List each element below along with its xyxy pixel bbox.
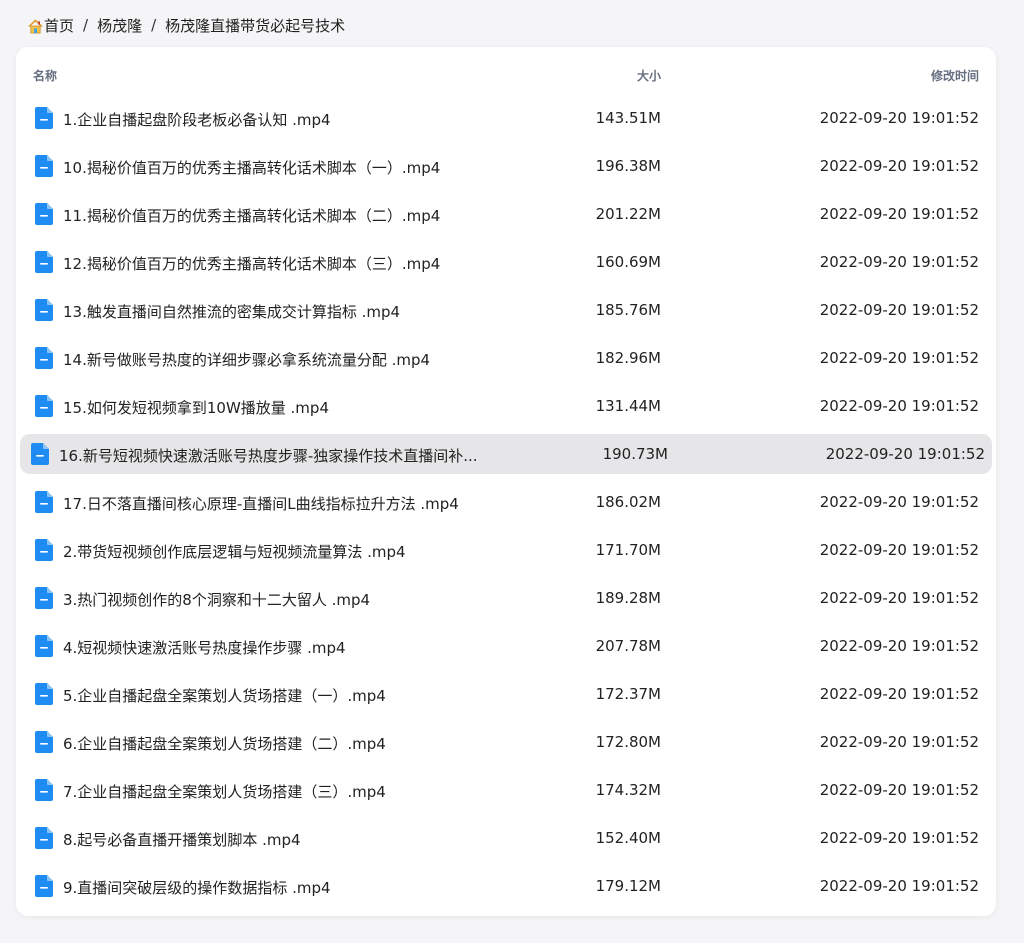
file-size: 201.22M (595, 205, 661, 223)
file-modified-time: 2022-09-20 19:01:52 (825, 445, 985, 463)
table-row[interactable]: 5.企业自播起盘全案策划人货场搭建（一）.mp4 172.37M 2022-09-2… (20, 674, 992, 714)
file-modified-time: 2022-09-20 19:01:52 (819, 733, 979, 751)
table-row[interactable]: 6.企业自播起盘全案策划人货场搭建（二）.mp4 172.80M 2022-09-2… (20, 722, 992, 762)
file-size: 185.76M (595, 301, 661, 319)
file-name[interactable]: 3.热门视频创作的8个洞察和十二大留人 .mp4 (63, 589, 370, 610)
file-size: 152.40M (595, 829, 661, 847)
file-size: 172.80M (595, 733, 661, 751)
file-modified-time: 2022-09-20 19:01:52 (819, 205, 979, 223)
column-header-size[interactable]: 大小 (637, 67, 661, 84)
file-icon (35, 155, 53, 177)
file-modified-time: 2022-09-20 19:01:52 (819, 589, 979, 607)
file-name[interactable]: 9.直播间突破层级的操作数据指标 .mp4 (63, 877, 331, 898)
file-size: 189.28M (595, 589, 661, 607)
table-row[interactable]: 11.揭秘价值百万的优秀主播高转化话术脚本（二）.mp4 201.22M 2022-… (20, 194, 992, 234)
file-name[interactable]: 10.揭秘价值百万的优秀主播高转化话术脚本（一）.mp4 (63, 157, 440, 178)
file-modified-time: 2022-09-20 19:01:52 (819, 493, 979, 511)
table-row[interactable]: 4.短视频快速激活账号热度操作步骤 .mp4 207.78M 2022-09-20 … (20, 626, 992, 666)
breadcrumb-item-author[interactable]: 杨茂隆 (97, 15, 142, 36)
file-icon (35, 347, 53, 369)
file-name[interactable]: 11.揭秘价值百万的优秀主播高转化话术脚本（二）.mp4 (63, 205, 440, 226)
file-icon (35, 395, 53, 417)
file-icon (35, 779, 53, 801)
home-icon (28, 19, 43, 33)
file-icon (35, 587, 53, 609)
file-name[interactable]: 6.企业自播起盘全案策划人货场搭建（二）.mp4 (63, 733, 386, 754)
file-name[interactable]: 2.带货短视频创作底层逻辑与短视频流量算法 .mp4 (63, 541, 406, 562)
table-row[interactable]: 15.如何发短视频拿到10W播放量 .mp4 131.44M 2022-09-20 … (20, 386, 992, 426)
file-modified-time: 2022-09-20 19:01:52 (819, 349, 979, 367)
breadcrumb-separator: / (83, 16, 89, 34)
file-size: 172.37M (595, 685, 661, 703)
file-modified-time: 2022-09-20 19:01:52 (819, 541, 979, 559)
table-row[interactable]: 7.企业自播起盘全案策划人货场搭建（三）.mp4 174.32M 2022-09-2… (20, 770, 992, 810)
file-name[interactable]: 8.起号必备直播开播策划脚本 .mp4 (63, 829, 301, 850)
file-size: 143.51M (595, 109, 661, 127)
table-row[interactable]: 17.日不落直播间核心原理-直播间L曲线指标拉升方法 .mp4 186.02M 20… (20, 482, 992, 522)
file-name[interactable]: 12.揭秘价值百万的优秀主播高转化话术脚本（三）.mp4 (63, 253, 440, 274)
file-name[interactable]: 16.新号短视频快速激活账号热度步骤-独家操作技术直播间补... (59, 445, 478, 466)
file-name[interactable]: 1.企业自播起盘阶段老板必备认知 .mp4 (63, 109, 331, 130)
file-modified-time: 2022-09-20 19:01:52 (819, 877, 979, 895)
file-size: 182.96M (595, 349, 661, 367)
file-icon (35, 635, 53, 657)
table-row[interactable]: 16.新号短视频快速激活账号热度步骤-独家操作技术直播间补... 190.73M 2… (20, 434, 992, 474)
file-modified-time: 2022-09-20 19:01:52 (819, 253, 979, 271)
file-icon (35, 683, 53, 705)
table-row[interactable]: 10.揭秘价值百万的优秀主播高转化话术脚本（一）.mp4 196.38M 2022-… (20, 146, 992, 186)
file-name[interactable]: 14.新号做账号热度的详细步骤必拿系统流量分配 .mp4 (63, 349, 430, 370)
file-icon (35, 299, 53, 321)
file-name[interactable]: 7.企业自播起盘全案策划人货场搭建（三）.mp4 (63, 781, 386, 802)
file-size: 160.69M (595, 253, 661, 271)
file-icon (35, 251, 53, 273)
file-modified-time: 2022-09-20 19:01:52 (819, 829, 979, 847)
table-row[interactable]: 3.热门视频创作的8个洞察和十二大留人 .mp4 189.28M 2022-09-2… (20, 578, 992, 618)
file-icon (35, 875, 53, 897)
file-modified-time: 2022-09-20 19:01:52 (819, 781, 979, 799)
column-header-name[interactable]: 名称 (33, 67, 57, 84)
file-icon (31, 443, 49, 465)
file-icon (35, 107, 53, 129)
breadcrumb-home[interactable]: 首页 (28, 15, 74, 36)
file-size: 207.78M (595, 637, 661, 655)
file-size: 190.73M (602, 445, 668, 463)
file-icon (35, 731, 53, 753)
file-icon (35, 491, 53, 513)
file-modified-time: 2022-09-20 19:01:52 (819, 397, 979, 415)
file-modified-time: 2022-09-20 19:01:52 (819, 301, 979, 319)
file-size: 131.44M (595, 397, 661, 415)
file-modified-time: 2022-09-20 19:01:52 (819, 685, 979, 703)
file-name[interactable]: 13.触发直播间自然推流的密集成交计算指标 .mp4 (63, 301, 400, 322)
table-row[interactable]: 2.带货短视频创作底层逻辑与短视频流量算法 .mp4 171.70M 2022-09… (20, 530, 992, 570)
file-name[interactable]: 4.短视频快速激活账号热度操作步骤 .mp4 (63, 637, 346, 658)
file-icon (35, 827, 53, 849)
breadcrumb: 首页 / 杨茂隆 / 杨茂隆直播带货必起号技术 (28, 13, 345, 37)
file-list-card: 名称 大小 修改时间 1.企业自播起盘阶段老板必备认知 .mp4 143.51M 2… (16, 47, 996, 916)
file-size: 179.12M (595, 877, 661, 895)
file-icon (35, 539, 53, 561)
table-row[interactable]: 14.新号做账号热度的详细步骤必拿系统流量分配 .mp4 182.96M 2022-… (20, 338, 992, 378)
breadcrumb-separator: / (151, 16, 157, 34)
file-icon (35, 203, 53, 225)
file-size: 196.38M (595, 157, 661, 175)
file-size: 174.32M (595, 781, 661, 799)
table-row[interactable]: 13.触发直播间自然推流的密集成交计算指标 .mp4 185.76M 2022-09… (20, 290, 992, 330)
file-size: 186.02M (595, 493, 661, 511)
column-header-time[interactable]: 修改时间 (931, 67, 979, 84)
file-name[interactable]: 5.企业自播起盘全案策划人货场搭建（一）.mp4 (63, 685, 386, 706)
breadcrumb-home-label: 首页 (44, 16, 75, 35)
file-modified-time: 2022-09-20 19:01:52 (819, 637, 979, 655)
table-row[interactable]: 9.直播间突破层级的操作数据指标 .mp4 179.12M 2022-09-20 1… (20, 866, 992, 906)
file-modified-time: 2022-09-20 19:01:52 (819, 109, 979, 127)
table-row[interactable]: 12.揭秘价值百万的优秀主播高转化话术脚本（三）.mp4 160.69M 2022-… (20, 242, 992, 282)
file-name[interactable]: 15.如何发短视频拿到10W播放量 .mp4 (63, 397, 329, 418)
file-name[interactable]: 17.日不落直播间核心原理-直播间L曲线指标拉升方法 .mp4 (63, 493, 459, 514)
breadcrumb-item-current[interactable]: 杨茂隆直播带货必起号技术 (165, 15, 345, 36)
table-row[interactable]: 1.企业自播起盘阶段老板必备认知 .mp4 143.51M 2022-09-20 1… (20, 98, 992, 138)
table-row[interactable]: 8.起号必备直播开播策划脚本 .mp4 152.40M 2022-09-20 19:… (20, 818, 992, 858)
table-header: 名称 大小 修改时间 (16, 47, 996, 101)
file-modified-time: 2022-09-20 19:01:52 (819, 157, 979, 175)
file-size: 171.70M (595, 541, 661, 559)
